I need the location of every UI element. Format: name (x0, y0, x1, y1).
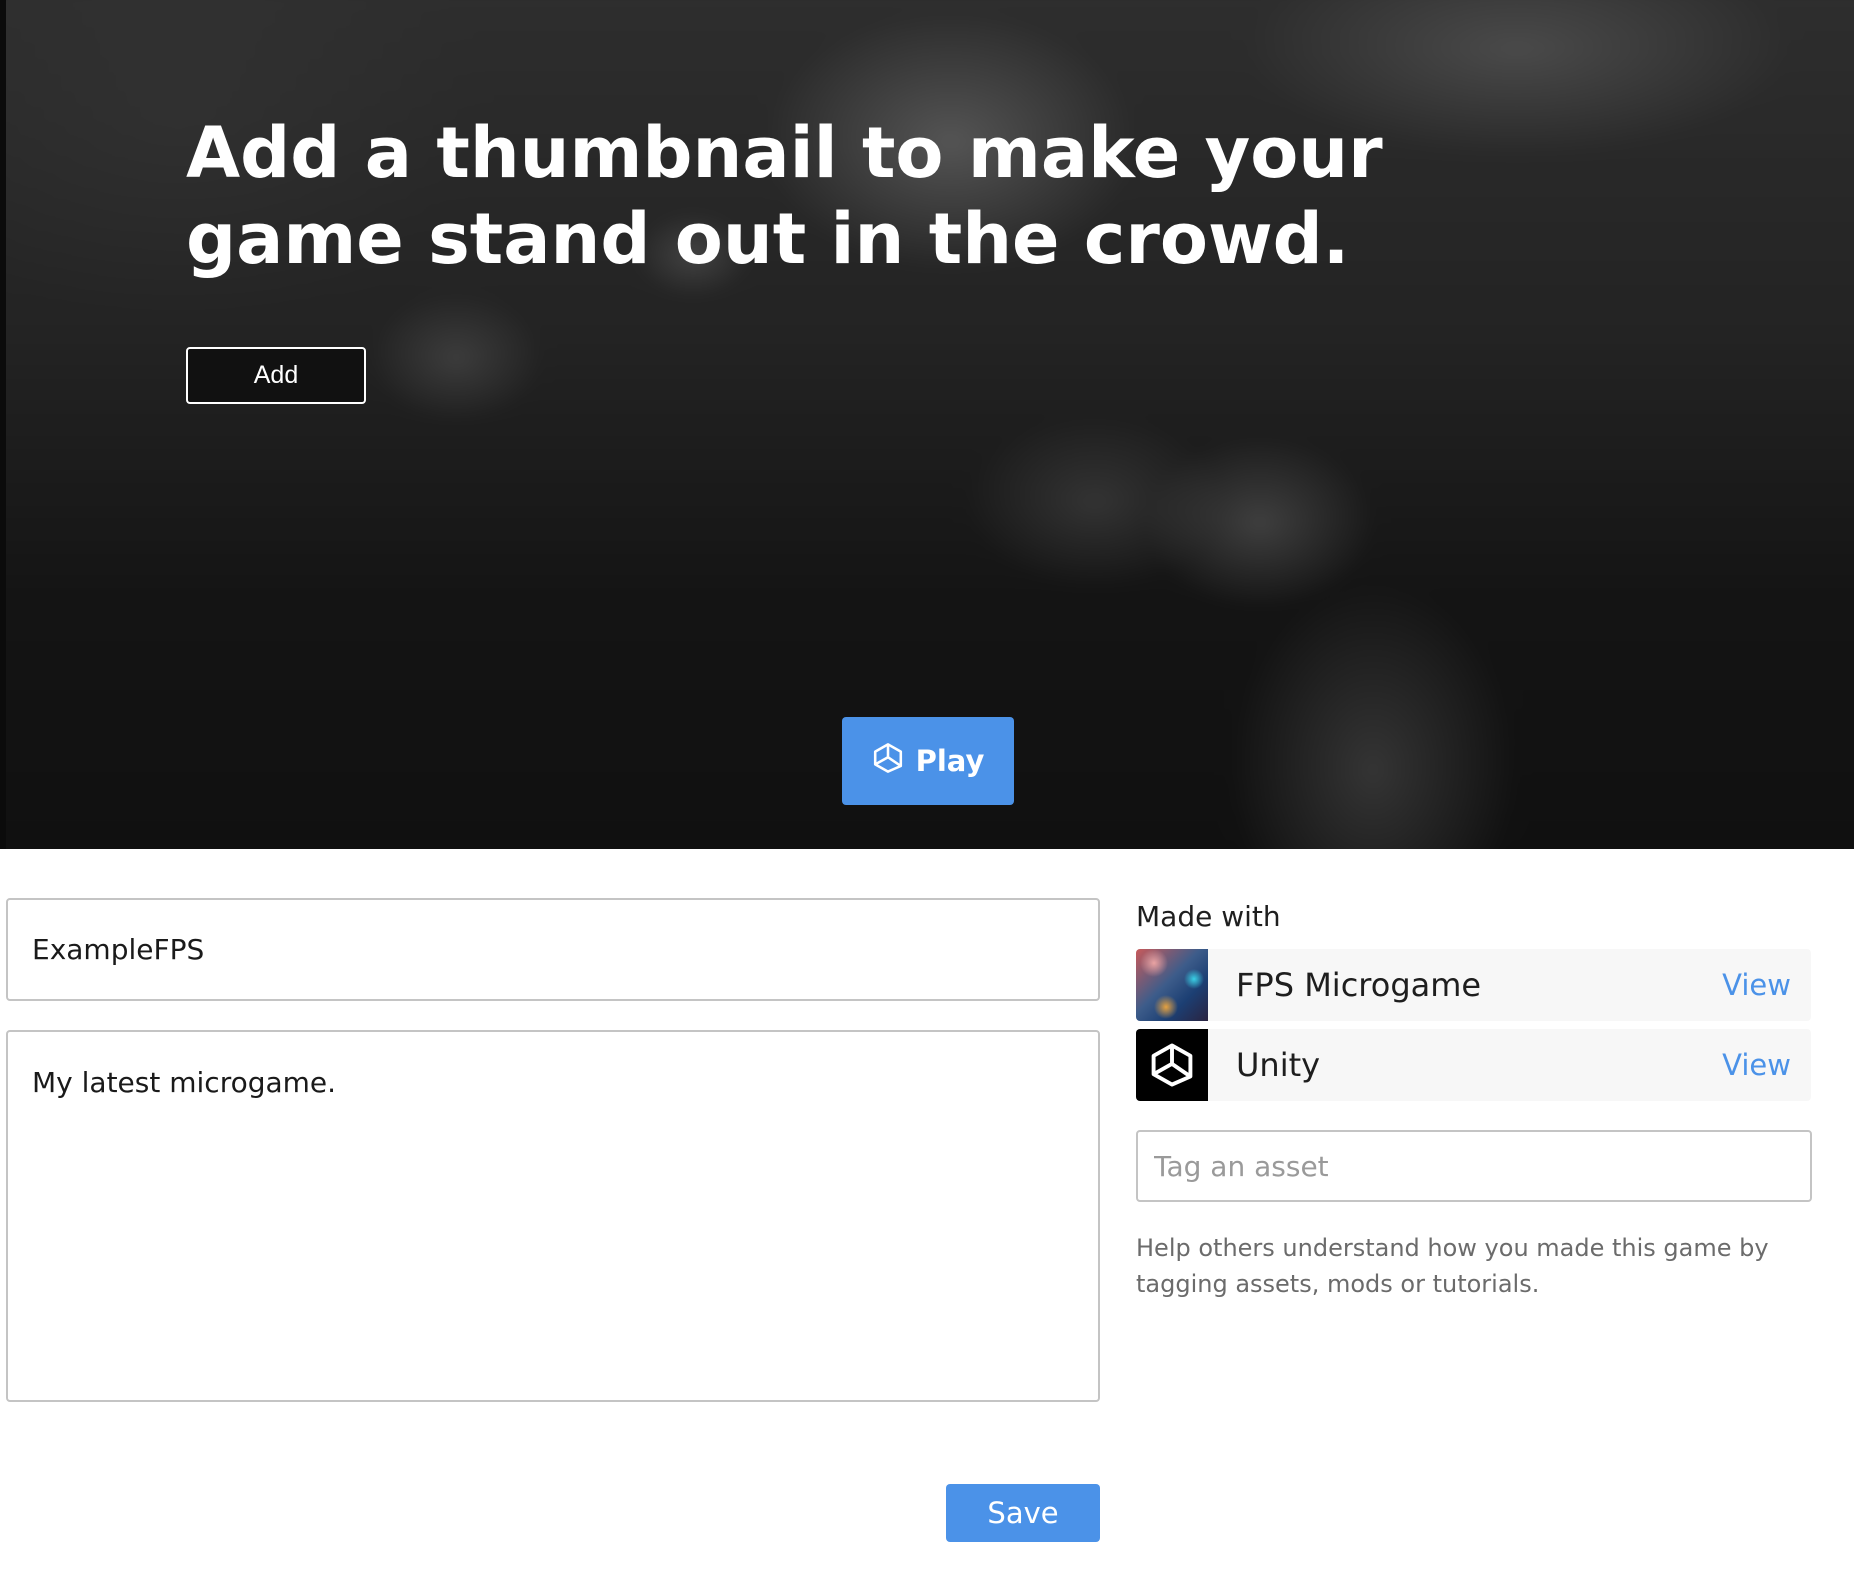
made-with-item-unity: Unity View (1136, 1029, 1811, 1101)
made-with-heading: Made with (1136, 900, 1281, 933)
game-description-value: My latest microgame. (32, 1066, 337, 1099)
asset-name: Unity (1236, 1046, 1321, 1084)
play-button[interactable]: Play (842, 717, 1014, 805)
game-title-input[interactable]: ExampleFPS (6, 898, 1100, 1001)
tag-help-text: Help others understand how you made this… (1136, 1234, 1769, 1298)
game-description-textarea[interactable]: My latest microgame. (6, 1030, 1100, 1402)
add-thumbnail-button[interactable]: Add (186, 347, 366, 404)
play-label: Play (915, 744, 985, 778)
asset-name: FPS Microgame (1236, 966, 1482, 1004)
tag-asset-input[interactable] (1136, 1130, 1812, 1202)
unity-logo-icon (1136, 1029, 1208, 1101)
game-title-value: ExampleFPS (32, 933, 205, 966)
hero-left-edge (0, 0, 6, 849)
made-with-item-fps-microgame: FPS Microgame View (1136, 949, 1811, 1021)
view-unity-link[interactable]: View (1722, 1029, 1791, 1101)
thumbnail-hero: Add a thumbnail to make your game stand … (0, 0, 1854, 849)
hero-title: Add a thumbnail to make your game stand … (186, 112, 1383, 280)
unity-play-icon (872, 742, 904, 781)
fps-microgame-thumbnail (1136, 949, 1208, 1021)
view-fps-microgame-link[interactable]: View (1722, 949, 1791, 1021)
save-button[interactable]: Save (946, 1484, 1100, 1542)
